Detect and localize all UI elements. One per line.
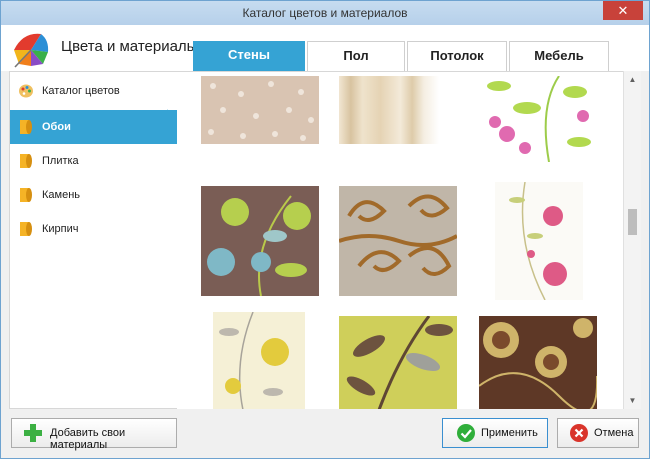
- material-tile[interactable]: [479, 316, 597, 410]
- material-tile[interactable]: [339, 316, 457, 410]
- sidebar-item-label: Обои: [42, 121, 71, 133]
- palette-icon: [19, 84, 33, 98]
- tab-ceiling[interactable]: Потолок: [407, 41, 507, 71]
- cancel-label: Отмена: [594, 427, 634, 439]
- sidebar-item-label: Плитка: [42, 155, 79, 167]
- material-swatch: [339, 194, 457, 276]
- scroll-thumb[interactable]: [628, 209, 637, 235]
- material-swatch: [346, 316, 453, 410]
- material-tile[interactable]: [495, 182, 583, 300]
- material-tile[interactable]: [339, 186, 457, 296]
- material-swatch: [208, 81, 314, 141]
- sidebar-item-label: Кирпич: [42, 223, 79, 235]
- sidebar-item-stone[interactable]: Камень: [10, 178, 177, 212]
- material-grid: [177, 71, 623, 410]
- catalog-window: Каталог цветов и материалов ✕ Цвета и ма…: [0, 0, 650, 459]
- header: Цвета и материалы Стены Пол Потолок Мебе…: [1, 25, 649, 71]
- tab-walls[interactable]: Стены: [193, 41, 305, 71]
- tab-floor-label: Пол: [343, 48, 369, 63]
- close-button[interactable]: ✕: [603, 1, 643, 20]
- title-bar: Каталог цветов и материалов ✕: [1, 1, 649, 25]
- umbrella-logo-icon: [14, 33, 49, 68]
- tab-walls-label: Стены: [228, 47, 270, 62]
- tab-ceiling-label: Потолок: [430, 48, 484, 63]
- tab-floor[interactable]: Пол: [307, 41, 405, 71]
- vertical-scrollbar[interactable]: ▲ ▼: [623, 71, 641, 409]
- material-tile[interactable]: [213, 312, 305, 410]
- material-swatch: [487, 76, 591, 162]
- material-swatch: [219, 312, 289, 410]
- wallpaper-roll-icon: [20, 222, 32, 236]
- material-tile[interactable]: [201, 186, 319, 296]
- plus-icon: [24, 424, 42, 442]
- material-swatch: [479, 318, 597, 410]
- active-item-pointer: [167, 109, 176, 143]
- app-title: Цвета и материалы: [61, 38, 198, 55]
- tab-furniture-label: Мебель: [534, 48, 584, 63]
- apply-label: Применить: [481, 427, 538, 439]
- sidebar: Каталог цветов Обои Плитка Камень Кирпич: [9, 71, 177, 409]
- footer: Добавить свои материалы Применить Отмена: [1, 409, 649, 458]
- wallpaper-roll-icon: [20, 188, 32, 202]
- material-tile[interactable]: [339, 76, 457, 144]
- material-swatch: [509, 182, 567, 300]
- tab-furniture[interactable]: Мебель: [509, 41, 609, 71]
- material-tile[interactable]: [479, 76, 599, 162]
- sidebar-item-label: Камень: [42, 189, 81, 201]
- material-swatch: [207, 195, 311, 296]
- sidebar-item-brick[interactable]: Кирпич: [10, 212, 177, 246]
- sidebar-item-color-catalog[interactable]: Каталог цветов: [10, 74, 177, 108]
- checkmark-icon: [457, 424, 475, 442]
- window-title: Каталог цветов и материалов: [242, 6, 408, 20]
- scroll-up-arrow-icon[interactable]: ▲: [624, 71, 641, 88]
- add-materials-label: Добавить свои материалы: [50, 427, 126, 451]
- scroll-down-arrow-icon[interactable]: ▼: [624, 392, 641, 409]
- cancel-x-icon: [570, 424, 588, 442]
- cancel-button[interactable]: Отмена: [557, 418, 639, 448]
- wallpaper-roll-icon: [20, 154, 32, 168]
- sidebar-item-label: Каталог цветов: [42, 85, 120, 97]
- wallpaper-roll-icon: [20, 120, 32, 134]
- sidebar-item-wallpaper[interactable]: Обои: [10, 110, 177, 144]
- apply-button[interactable]: Применить: [442, 418, 548, 448]
- sidebar-item-tile[interactable]: Плитка: [10, 144, 177, 178]
- material-tile[interactable]: [201, 76, 319, 144]
- add-materials-button[interactable]: Добавить свои материалы: [11, 418, 177, 451]
